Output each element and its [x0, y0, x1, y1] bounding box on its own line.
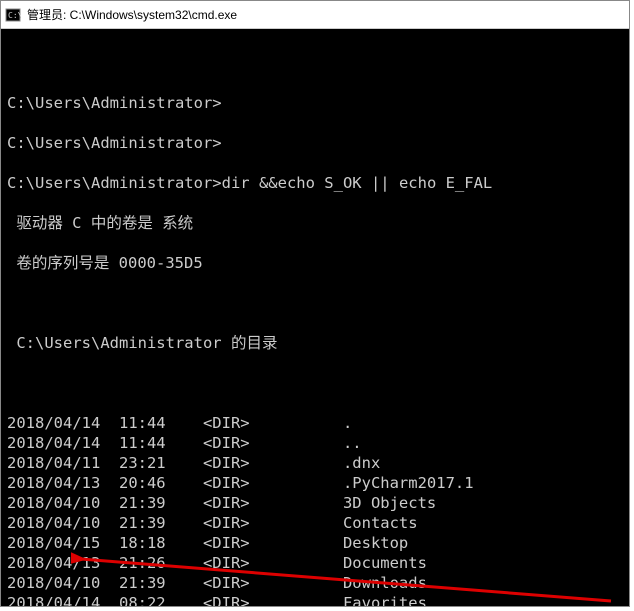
dir-entry: 2018/04/10 21:39 <DIR> 3D Objects	[7, 493, 629, 513]
dir-entries: 2018/04/14 11:44 <DIR> .2018/04/14 11:44…	[7, 413, 629, 606]
svg-text:C:\: C:\	[8, 11, 21, 20]
dir-entry: 2018/04/11 23:21 <DIR> .dnx	[7, 453, 629, 473]
prompt: C:\Users\Administrator>	[7, 174, 222, 192]
dir-entry: 2018/04/14 11:44 <DIR> ..	[7, 433, 629, 453]
dir-entry: 2018/04/14 11:44 <DIR> .	[7, 413, 629, 433]
blank-line	[7, 373, 629, 393]
prompt-line: C:\Users\Administrator>	[7, 133, 629, 153]
dir-entry: 2018/04/13 20:46 <DIR> .PyCharm2017.1	[7, 473, 629, 493]
terminal-output[interactable]: C:\Users\Administrator> C:\Users\Adminis…	[1, 29, 629, 606]
blank-line	[7, 293, 629, 313]
dir-of: C:\Users\Administrator 的目录	[7, 333, 629, 353]
dir-entry: 2018/04/13 21:26 <DIR> Documents	[7, 553, 629, 573]
titlebar[interactable]: C:\ 管理员: C:\Windows\system32\cmd.exe	[1, 1, 629, 29]
dir-entry: 2018/04/10 21:39 <DIR> Contacts	[7, 513, 629, 533]
dir-entry: 2018/04/14 08:22 <DIR> Favorites	[7, 593, 629, 606]
prompt: C:\Users\Administrator>	[7, 134, 222, 152]
cmd: dir &&echo S_OK || echo E_FAL	[222, 174, 493, 192]
cmd-window: C:\ 管理员: C:\Windows\system32\cmd.exe C:\…	[0, 0, 630, 607]
prompt: C:\Users\Administrator>	[7, 94, 222, 112]
drive-info: 驱动器 C 中的卷是 系统	[7, 213, 629, 233]
prompt-line: C:\Users\Administrator>	[7, 93, 629, 113]
cmd-icon: C:\	[5, 7, 21, 23]
blank-line	[7, 53, 629, 73]
titlebar-text: 管理员: C:\Windows\system32\cmd.exe	[27, 6, 237, 23]
dir-entry: 2018/04/15 18:18 <DIR> Desktop	[7, 533, 629, 553]
dir-entry: 2018/04/10 21:39 <DIR> Downloads	[7, 573, 629, 593]
serial-info: 卷的序列号是 0000-35D5	[7, 253, 629, 273]
prompt-line: C:\Users\Administrator>dir &&echo S_OK |…	[7, 173, 629, 193]
